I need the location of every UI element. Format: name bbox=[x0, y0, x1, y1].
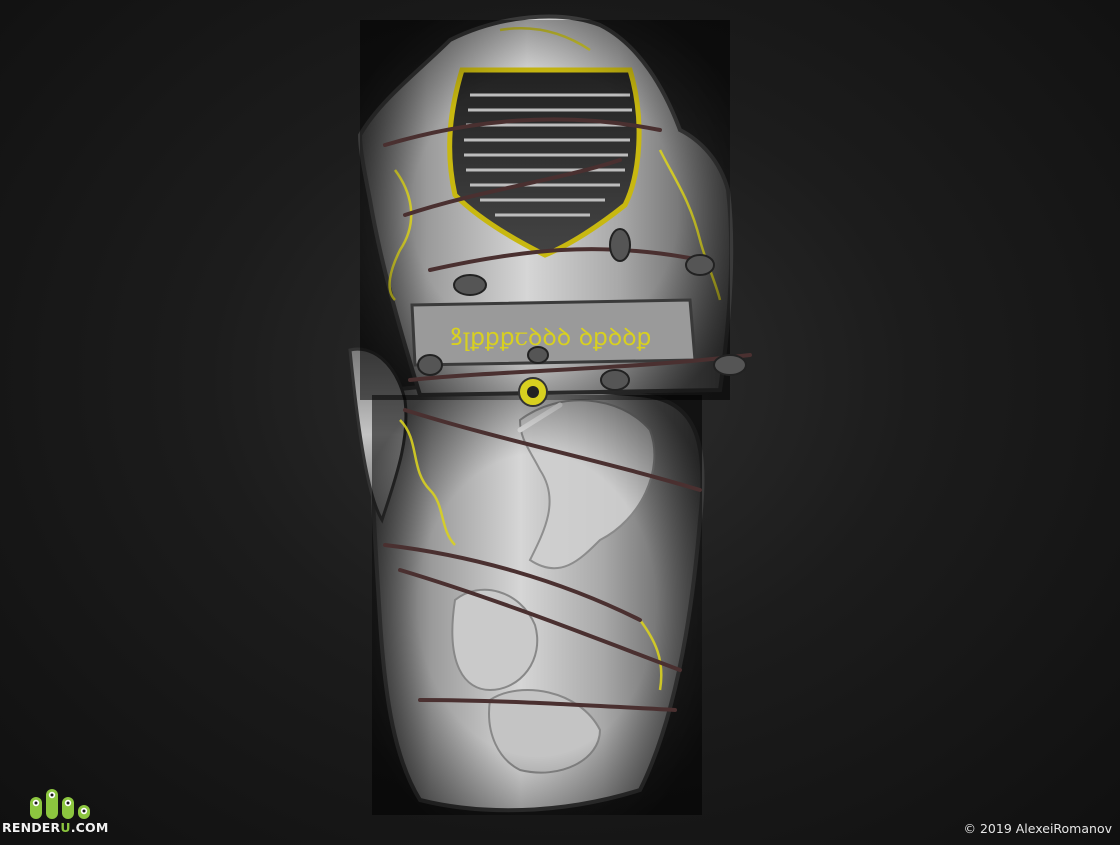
renderu-wordmark: RENDERU.COM bbox=[2, 820, 109, 835]
armor-lower-body bbox=[348, 347, 705, 815]
copyright-notice: © 2019 AlexeiRomanov bbox=[963, 821, 1112, 836]
logo-accent: U bbox=[60, 820, 71, 835]
logo-suffix: .COM bbox=[70, 820, 109, 835]
armor-render: ꝸꞁꝑꝑꝑꞇꝺꝺꝺ ꝺꝑꝺꝺꝑ bbox=[348, 14, 752, 815]
logo-prefix: RENDER bbox=[2, 820, 61, 835]
render-viewport: ꝸꞁꝑꝑꝑꞇꝺꝺꝺ ꝺꝑꝺꝺꝑ bbox=[0, 0, 1120, 840]
engraved-inscription: ꝸꞁꝑꝑꝑꞇꝺꝺꝺ ꝺꝑꝺꝺꝑ bbox=[450, 323, 651, 351]
